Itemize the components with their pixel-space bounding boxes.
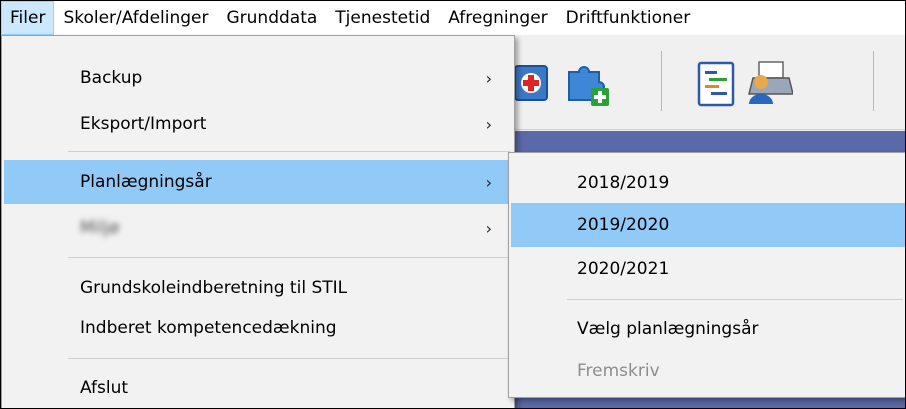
schedule-list-icon[interactable]: [691, 58, 741, 108]
menu-item-miljoe[interactable]: Miljø ›: [4, 206, 512, 250]
menu-item-afslut[interactable]: Afslut: [4, 366, 512, 408]
menu-tjenestetid[interactable]: Tjenestetid: [326, 1, 439, 35]
menu-item-fremskriv-disabled: Fremskriv: [511, 349, 905, 393]
app-window: Filer Skoler/Afdelinger Grunddata Tjenes…: [0, 0, 906, 409]
menu-item-planlaegningsaar[interactable]: Planlægningsår ›: [4, 160, 512, 204]
year-option-2019-2020[interactable]: 2019/2020: [511, 203, 905, 247]
menu-driftfunktioner[interactable]: Driftfunktioner: [557, 1, 700, 35]
chevron-right-icon: ›: [485, 114, 492, 134]
menu-item-label: 2019/2020: [577, 215, 670, 235]
menu-item-eksport-import[interactable]: Eksport/Import ›: [4, 102, 512, 146]
menu-item-stil-report[interactable]: Grundskoleindberetning til STIL: [4, 266, 512, 310]
menu-skoler-afdelinger[interactable]: Skoler/Afdelinger: [54, 1, 217, 35]
medical-kit-icon[interactable]: [509, 58, 559, 108]
toolbar-separator: [873, 51, 874, 111]
menu-item-label: Grundskoleindberetning til STIL: [80, 278, 348, 298]
menu-grunddata[interactable]: Grunddata: [218, 1, 327, 35]
menu-separator: [68, 151, 510, 152]
menu-separator: [68, 257, 510, 258]
menu-item-label-blurred: Miljø: [80, 218, 120, 238]
menu-afregninger[interactable]: Afregninger: [439, 1, 556, 35]
menu-filer[interactable]: Filer: [1, 1, 55, 35]
menu-separator: [567, 299, 903, 300]
menu-item-competence-report[interactable]: Indberet kompetencedækning: [4, 306, 512, 350]
chevron-right-icon: ›: [485, 172, 492, 192]
menu-item-label: Backup: [80, 68, 143, 88]
menu-separator: [68, 358, 510, 359]
menu-item-label: 2018/2019: [577, 173, 670, 193]
menu-item-label: Vælg planlægningsår: [577, 319, 759, 339]
menu-item-label: Afslut: [80, 378, 129, 398]
planning-year-submenu: 2018/2019 2019/2020 2020/2021 Vælg planl…: [508, 152, 905, 398]
toolbar: [501, 36, 905, 130]
menu-item-label: Indberet kompetencedækning: [80, 318, 337, 338]
chevron-right-icon: ›: [485, 68, 492, 88]
puzzle-add-icon[interactable]: [563, 58, 613, 108]
year-option-2018-2019[interactable]: 2018/2019: [511, 161, 905, 205]
menu-item-label: Planlægningsår: [80, 172, 212, 192]
menu-item-select-planning-year[interactable]: Vælg planlægningsår: [511, 307, 905, 351]
file-menu: Backup › Eksport/Import › Planlægningsår…: [1, 35, 515, 408]
menu-item-label: Eksport/Import: [80, 114, 207, 134]
year-option-2020-2021[interactable]: 2020/2021: [511, 247, 905, 291]
menubar: Filer Skoler/Afdelinger Grunddata Tjenes…: [1, 1, 905, 35]
menu-item-label: Fremskriv: [577, 361, 660, 381]
user-printer-icon[interactable]: [743, 58, 793, 108]
toolbar-separator: [661, 51, 662, 111]
menu-item-label: 2020/2021: [577, 259, 670, 279]
chevron-right-icon: ›: [485, 218, 492, 238]
menu-item-backup[interactable]: Backup ›: [4, 56, 512, 100]
